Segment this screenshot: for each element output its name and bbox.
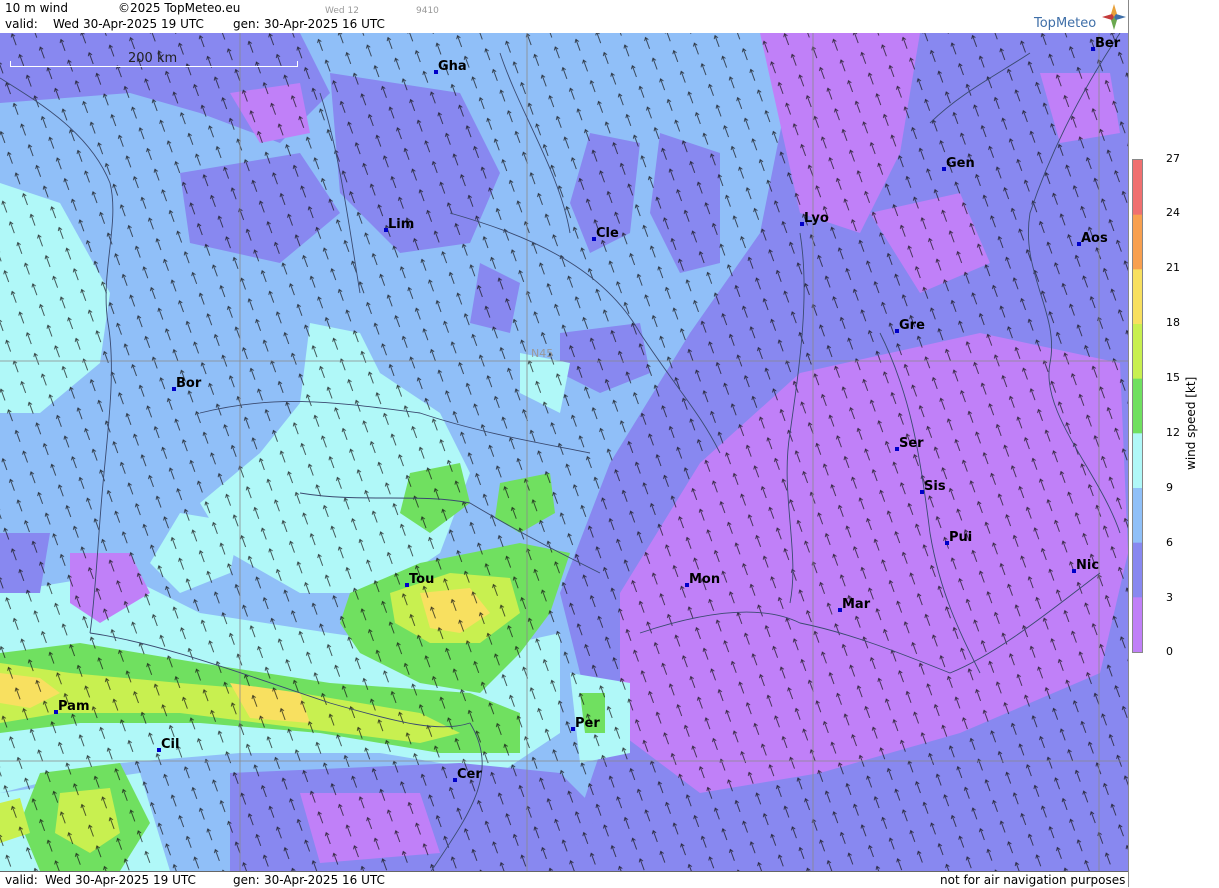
legend-tick: 15	[1166, 371, 1180, 384]
legend-segment	[1133, 597, 1142, 652]
city-label: Cer	[457, 767, 482, 782]
map-header: 10 m wind ©2025 TopMeteo.eu Wed 12 9410 …	[0, 0, 1128, 33]
legend-tick: 18	[1166, 316, 1180, 329]
legend-segment	[1133, 378, 1142, 434]
footer-valid-time: Wed 30-Apr-2025 19 UTC	[45, 873, 196, 887]
city-label: Sis	[924, 479, 946, 494]
legend-title: wind speed [kt]	[1184, 376, 1198, 470]
gen-label: gen:	[233, 17, 260, 31]
legend-segment	[1133, 488, 1142, 544]
topmeteo-logo[interactable]: TopMeteo	[1034, 2, 1126, 32]
scale-line	[10, 66, 298, 67]
legend-tick: 21	[1166, 261, 1180, 274]
product-title: 10 m wind	[5, 1, 68, 15]
legend-segment	[1133, 324, 1142, 380]
footer-gen-time: 30-Apr-2025 16 UTC	[264, 873, 385, 887]
city-label: Lim	[388, 217, 415, 232]
legend-segment	[1133, 269, 1142, 325]
faint-code: 9410	[416, 6, 439, 16]
latitude-label: N45	[531, 347, 554, 360]
legend-tick: 12	[1166, 426, 1180, 439]
city-label: Cil	[161, 737, 180, 752]
scale-label: 200 km	[128, 51, 178, 66]
city-label: Cle	[596, 226, 619, 241]
city-label: Gre	[899, 318, 925, 333]
city-label: Pam	[58, 699, 90, 714]
legend-tick: 27	[1166, 152, 1180, 165]
scale-tick-left	[10, 61, 11, 67]
legend-tick: 6	[1166, 536, 1173, 549]
copyright: ©2025 TopMeteo.eu	[118, 1, 241, 15]
legend-tick: 9	[1166, 481, 1173, 494]
legend-segment	[1133, 214, 1142, 270]
disclaimer: not for air navigation purposes	[940, 873, 1126, 887]
legend-tick: 0	[1166, 645, 1173, 658]
scale-tick-right	[297, 61, 298, 67]
legend-tick: 3	[1166, 591, 1173, 604]
legend-segment	[1133, 542, 1142, 598]
gen-time: 30-Apr-2025 16 UTC	[264, 17, 385, 31]
logo-text: TopMeteo	[1034, 16, 1097, 31]
valid-time: Wed 30-Apr-2025 19 UTC	[53, 17, 204, 31]
wind-map[interactable]: 200 km N45 Ber Gha Gen Lim Cle Lyo Aos G…	[0, 33, 1128, 871]
map-footer: valid: Wed 30-Apr-2025 19 UTC gen: 30-Ap…	[0, 871, 1128, 888]
city-label: Aos	[1081, 231, 1108, 246]
city-label: Pui	[949, 530, 973, 545]
city-label: Per	[575, 716, 600, 731]
legend-tick: 24	[1166, 206, 1180, 219]
faint-day: Wed 12	[325, 6, 359, 16]
legend-color-bar	[1132, 159, 1143, 653]
city-label: Ber	[1095, 36, 1121, 51]
city-label: Mon	[689, 572, 721, 587]
city-label: Mar	[842, 597, 871, 612]
city-label: Lyo	[804, 211, 829, 226]
footer-gen-label: gen:	[233, 873, 260, 887]
city-label: Tou	[409, 572, 435, 587]
city-label: Nic	[1076, 558, 1100, 573]
city-label: Bor	[176, 376, 202, 391]
legend-segment	[1133, 160, 1142, 216]
color-legend	[1128, 0, 1219, 887]
city-label: Ser	[899, 436, 924, 451]
legend-segment	[1133, 433, 1142, 489]
city-label: Gen	[946, 156, 975, 171]
city-label: Gha	[438, 59, 467, 74]
footer-valid-label: valid:	[5, 873, 38, 887]
valid-label: valid:	[5, 17, 38, 31]
scale-bar: 200 km	[10, 51, 298, 69]
